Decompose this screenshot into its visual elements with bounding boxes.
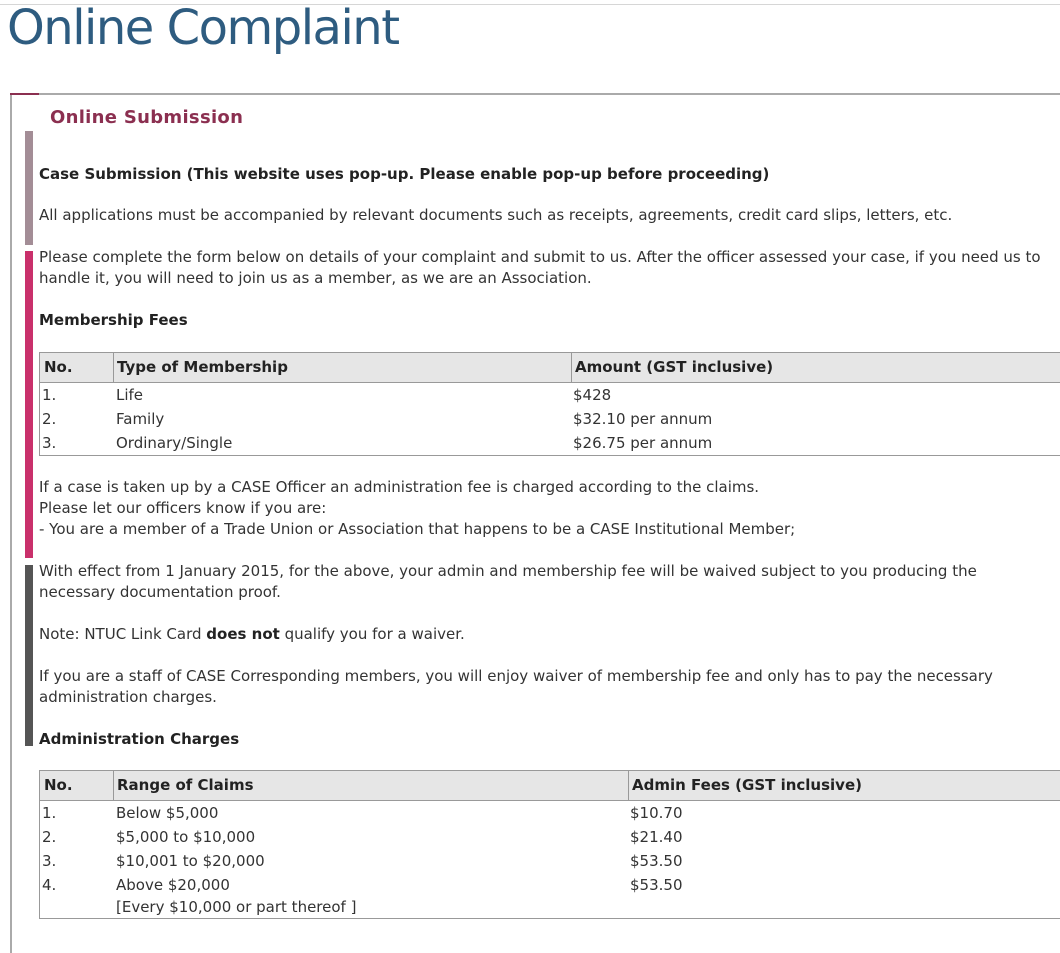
table-cell-amount: $32.10 per annum (573, 410, 713, 428)
column-divider (113, 771, 114, 800)
table-cell-type: Ordinary/Single (116, 434, 233, 452)
table-cell-fee: $53.50 (630, 876, 683, 894)
waiver-line-2: necessary documentation proof. (39, 583, 281, 601)
staff-line-2: administration charges. (39, 688, 217, 706)
admin-fee-line-3: - You are a member of a Trade Union or A… (39, 520, 796, 538)
intro-line-1: Please complete the form below on detail… (39, 248, 1041, 266)
table-cell-amount: $26.75 per annum (573, 434, 713, 452)
staff-line-1: If you are a staff of CASE Corresponding… (39, 667, 993, 685)
ntuc-note-suffix: qualify you for a waiver. (279, 625, 465, 643)
column-divider (571, 353, 572, 382)
table-cell-fee: $21.40 (630, 828, 683, 846)
membership-fees-table: No. Type of Membership Amount (GST inclu… (39, 352, 1060, 456)
table-cell-no: 1. (42, 804, 57, 822)
administration-charges-table: No. Range of Claims Admin Fees (GST incl… (39, 770, 1060, 919)
table-cell-range: $5,000 to $10,000 (116, 828, 256, 846)
header-range: Range of Claims (117, 776, 254, 794)
membership-fees-heading: Membership Fees (39, 311, 188, 329)
panel-accent (10, 93, 39, 95)
table-cell-range: Above $20,000 (116, 876, 230, 894)
intro-line-2: handle it, you will need to join us as a… (39, 269, 592, 287)
ntuc-note-prefix: Note: NTUC Link Card (39, 625, 207, 643)
table-cell-type: Family (116, 410, 165, 428)
administration-charges-heading: Administration Charges (39, 730, 240, 748)
table-cell-fee: $10.70 (630, 804, 683, 822)
header-no: No. (44, 358, 73, 376)
column-divider (628, 771, 629, 800)
header-no: No. (44, 776, 73, 794)
table-cell-no: 2. (42, 828, 57, 846)
table-cell-no: 1. (42, 386, 57, 404)
table-cell-fee: $53.50 (630, 852, 683, 870)
page-title: Online Complaint (7, 0, 400, 56)
documents-note: All applications must be accompanied by … (39, 206, 953, 224)
section-title: Online Submission (50, 107, 244, 128)
admin-fee-line-2: Please let our officers know if you are: (39, 499, 327, 517)
table-cell-amount: $428 (573, 386, 612, 404)
table-cell-range-note: [Every $10,000 or part thereof ] (116, 898, 357, 916)
waiver-line-1: With effect from 1 January 2015, for the… (39, 562, 977, 580)
table-cell-range: Below $5,000 (116, 804, 219, 822)
accent-bar-middle (25, 251, 33, 558)
column-divider (113, 353, 114, 382)
case-submission-heading: Case Submission (This website uses pop-u… (39, 165, 770, 183)
admin-fee-line-1: If a case is taken up by a CASE Officer … (39, 478, 760, 496)
table-cell-type: Life (116, 386, 144, 404)
table-cell-range: $10,001 to $20,000 (116, 852, 265, 870)
accent-bar-bottom (25, 565, 33, 746)
table-cell-no: 4. (42, 876, 57, 894)
table-cell-no: 3. (42, 852, 57, 870)
header-type: Type of Membership (117, 358, 288, 376)
accent-bar-top (25, 131, 33, 245)
ntuc-note-emphasis: does not (206, 625, 280, 643)
header-amount: Amount (GST inclusive) (575, 358, 774, 376)
header-admin-fees: Admin Fees (GST inclusive) (632, 776, 862, 794)
table-cell-no: 3. (42, 434, 57, 452)
ntuc-note: Note: NTUC Link Card does not qualify yo… (39, 624, 465, 645)
table-cell-no: 2. (42, 410, 57, 428)
